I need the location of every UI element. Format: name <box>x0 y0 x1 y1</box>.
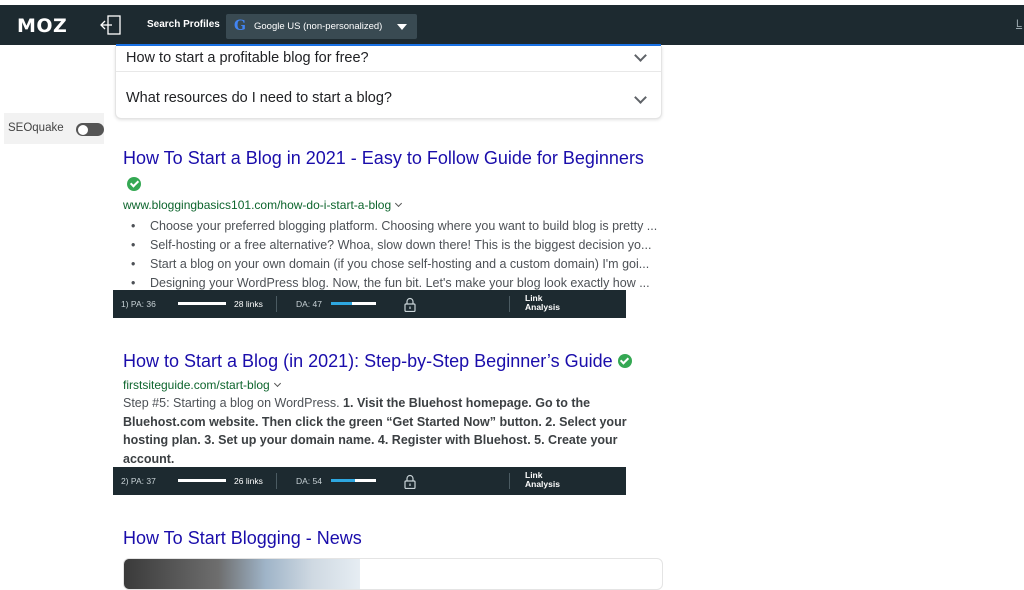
result-url[interactable]: firstsiteguide.com/start-blog <box>123 378 281 392</box>
search-profiles-label: Search Profiles <box>147 19 220 30</box>
faq-item[interactable]: How to start a profitable blog for free? <box>116 46 661 72</box>
chevron-down-icon <box>634 91 647 104</box>
page-authority: 2) PA: 37 <box>121 476 156 486</box>
result-title-link[interactable]: How to Start a Blog (in 2021): Step-by-S… <box>123 351 632 372</box>
list-item: Choose your preferred blogging platform.… <box>123 217 671 236</box>
divider <box>276 296 277 312</box>
link-analysis-line2: Analysis <box>525 302 560 312</box>
news-card[interactable] <box>123 558 663 590</box>
divider <box>276 473 277 489</box>
exit-icon[interactable] <box>100 15 122 35</box>
moz-metrics-bar: 2) PA: 37 26 links DA: 54 Link Analysis <box>113 467 626 495</box>
pa-bar <box>178 302 226 305</box>
domain-authority: DA: 54 <box>296 476 322 486</box>
da-bar-track <box>331 302 376 305</box>
toolbar-edge-link[interactable]: L <box>1016 18 1022 30</box>
link-analysis-button[interactable]: Link Analysis <box>525 294 560 312</box>
faq-question: How to start a profitable blog for free? <box>126 50 369 66</box>
domain-authority: DA: 47 <box>296 299 322 309</box>
list-item: Start a blog on your own domain (if you … <box>123 255 671 274</box>
url-caret-icon[interactable] <box>395 199 403 208</box>
news-section-title[interactable]: How To Start Blogging - News <box>123 528 362 549</box>
result-url-text: www.bloggingbasics101.com/how-do-i-start… <box>123 198 392 212</box>
faq-item[interactable]: What resources do I need to start a blog… <box>116 82 661 118</box>
pa-bar <box>178 479 226 482</box>
news-thumbnail[interactable] <box>124 559 360 589</box>
news-title-text: How To Start Blogging - News <box>123 528 362 548</box>
moz-metrics-bar: 1) PA: 36 28 links DA: 47 Link Analysis <box>113 290 626 318</box>
search-profile-value: Google US (non-personalized) <box>254 21 383 32</box>
result-bullet-list: Choose your preferred blogging platform.… <box>123 217 673 293</box>
divider <box>509 296 510 312</box>
search-profile-dropdown[interactable]: G Google US (non-personalized) <box>226 14 417 39</box>
da-bar-track <box>331 479 376 482</box>
result-url-text: firstsiteguide.com/start-blog <box>123 378 270 392</box>
verified-check-icon <box>127 177 141 191</box>
seoquake-label: SEOquake <box>8 122 64 134</box>
result-snippet: Step #5: Starting a blog on WordPress. 1… <box>123 394 648 468</box>
faq-question: What resources do I need to start a blog… <box>126 90 392 106</box>
lock-icon[interactable] <box>404 474 416 489</box>
seoquake-toggle[interactable] <box>76 123 104 136</box>
result-title-text: How To Start a Blog in 2021 - Easy to Fo… <box>123 148 644 168</box>
verified-check-icon <box>617 354 632 368</box>
google-icon: G <box>234 18 246 34</box>
link-analysis-button[interactable]: Link Analysis <box>525 471 560 489</box>
divider <box>509 473 510 489</box>
link-analysis-line2: Analysis <box>525 479 560 489</box>
links-count[interactable]: 28 links <box>234 299 263 309</box>
chevron-down-icon <box>634 49 647 62</box>
lock-icon[interactable] <box>404 297 416 312</box>
moz-toolbar: MOZ Search Profiles G Google US (non-per… <box>0 5 1024 45</box>
result-title-text: How to Start a Blog (in 2021): Step-by-S… <box>123 351 613 371</box>
related-questions: How to start a profitable blog for free?… <box>115 46 662 119</box>
list-item: Self-hosting or a free alternative? Whoa… <box>123 236 671 255</box>
moz-logo[interactable]: MOZ <box>17 15 67 37</box>
toggle-knob <box>78 124 88 135</box>
da-bar-fill <box>331 302 353 305</box>
da-bar-fill <box>331 479 356 482</box>
links-count[interactable]: 26 links <box>234 476 263 486</box>
result-title-link[interactable]: How To Start a Blog in 2021 - Easy to Fo… <box>123 148 644 169</box>
seoquake-panel: SEOquake <box>4 113 104 144</box>
caret-down-icon <box>397 24 407 30</box>
result-url[interactable]: www.bloggingbasics101.com/how-do-i-start… <box>123 198 403 212</box>
page-authority: 1) PA: 36 <box>121 299 156 309</box>
snippet-text: Step #5: Starting a blog on WordPress. <box>123 396 344 410</box>
url-caret-icon[interactable] <box>273 379 281 388</box>
